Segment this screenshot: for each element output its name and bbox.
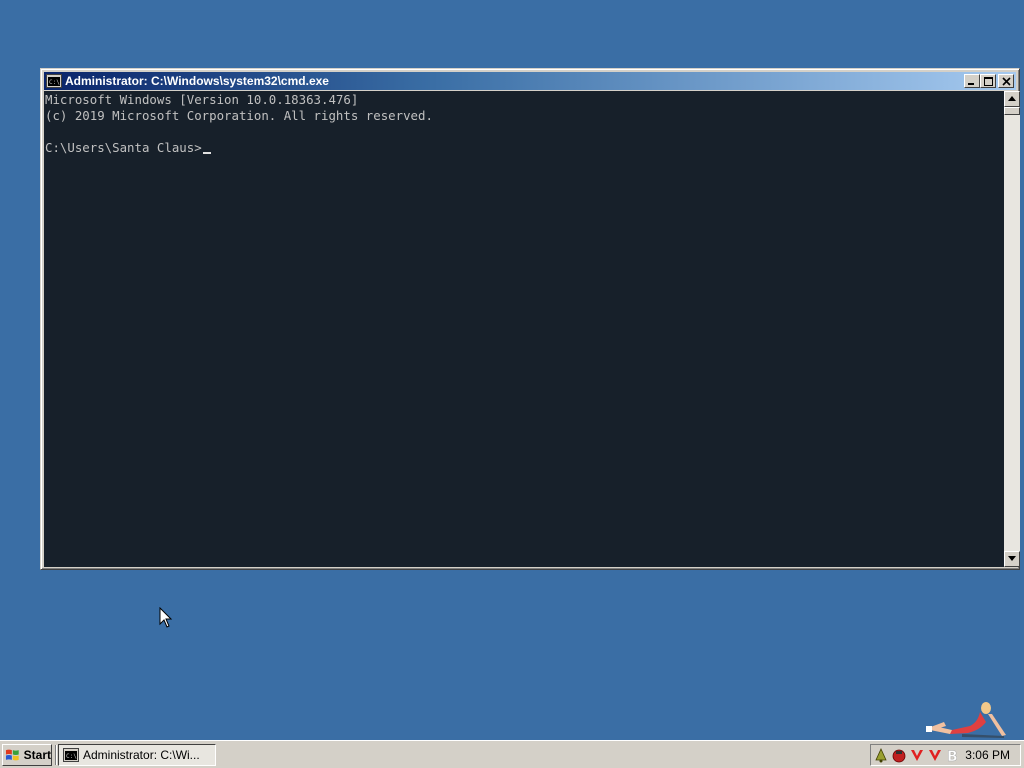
start-button[interactable]: Start xyxy=(2,744,52,766)
tray-clock[interactable]: 3:06 PM xyxy=(965,748,1010,762)
close-icon xyxy=(1002,77,1011,86)
mouse-pointer-icon xyxy=(159,607,173,628)
antivirus-icon[interactable] xyxy=(891,747,907,763)
svg-text:C:\: C:\ xyxy=(66,753,77,760)
cmd-icon: C:\ xyxy=(63,748,79,762)
console-output[interactable]: Microsoft Windows [Version 10.0.18363.47… xyxy=(44,91,1004,567)
window-title: Administrator: C:\Windows\system32\cmd.e… xyxy=(65,74,329,88)
start-label: Start xyxy=(23,748,51,762)
console-prompt-line[interactable]: C:\Users\Santa Claus> xyxy=(45,140,1004,156)
title-bar[interactable]: C:\ Administrator: C:\Windows\system32\c… xyxy=(44,72,1016,90)
taskbar-item-cmd[interactable]: C:\ Administrator: C:\Wi... xyxy=(58,744,216,766)
arrow-down-icon xyxy=(1008,556,1016,561)
desktop: C:\ Administrator: C:\Windows\system32\c… xyxy=(0,0,1024,740)
svg-text:B: B xyxy=(947,749,958,763)
windows-logo-icon xyxy=(5,749,19,761)
text-cursor xyxy=(202,152,211,154)
cmd-icon: C:\ xyxy=(46,74,62,88)
taskbar: Start C:\ Administrator: C:\Wi... B 3:06… xyxy=(0,740,1024,768)
checkmark-v-icon[interactable] xyxy=(927,747,943,763)
console-prompt: C:\Users\Santa Claus> xyxy=(45,140,202,155)
minimize-button[interactable] xyxy=(964,74,980,88)
vertical-scrollbar[interactable] xyxy=(1004,91,1020,567)
scroll-down-button[interactable] xyxy=(1004,551,1020,567)
bell-icon[interactable] xyxy=(873,747,889,763)
scrollbar-thumb[interactable] xyxy=(1004,107,1020,115)
console-line: (c) 2019 Microsoft Corporation. All righ… xyxy=(45,108,433,123)
close-button[interactable] xyxy=(998,74,1014,88)
b-logo-icon[interactable]: B xyxy=(945,747,961,766)
system-tray: B 3:06 PM xyxy=(870,744,1021,766)
taskbar-divider xyxy=(55,745,57,765)
maximize-button[interactable] xyxy=(980,74,996,88)
minimize-icon xyxy=(968,83,974,85)
desktop-mascot-icon xyxy=(926,702,1006,738)
arrow-up-icon xyxy=(1008,96,1016,101)
taskbar-item-label: Administrator: C:\Wi... xyxy=(83,748,200,762)
svg-text:C:\: C:\ xyxy=(49,79,60,86)
maximize-icon xyxy=(984,77,993,86)
window-controls xyxy=(964,74,1014,88)
cmd-window[interactable]: C:\ Administrator: C:\Windows\system32\c… xyxy=(40,68,1020,570)
scroll-up-button[interactable] xyxy=(1004,91,1020,107)
console-line: Microsoft Windows [Version 10.0.18363.47… xyxy=(45,92,359,107)
checkmark-v-icon[interactable] xyxy=(909,747,925,763)
